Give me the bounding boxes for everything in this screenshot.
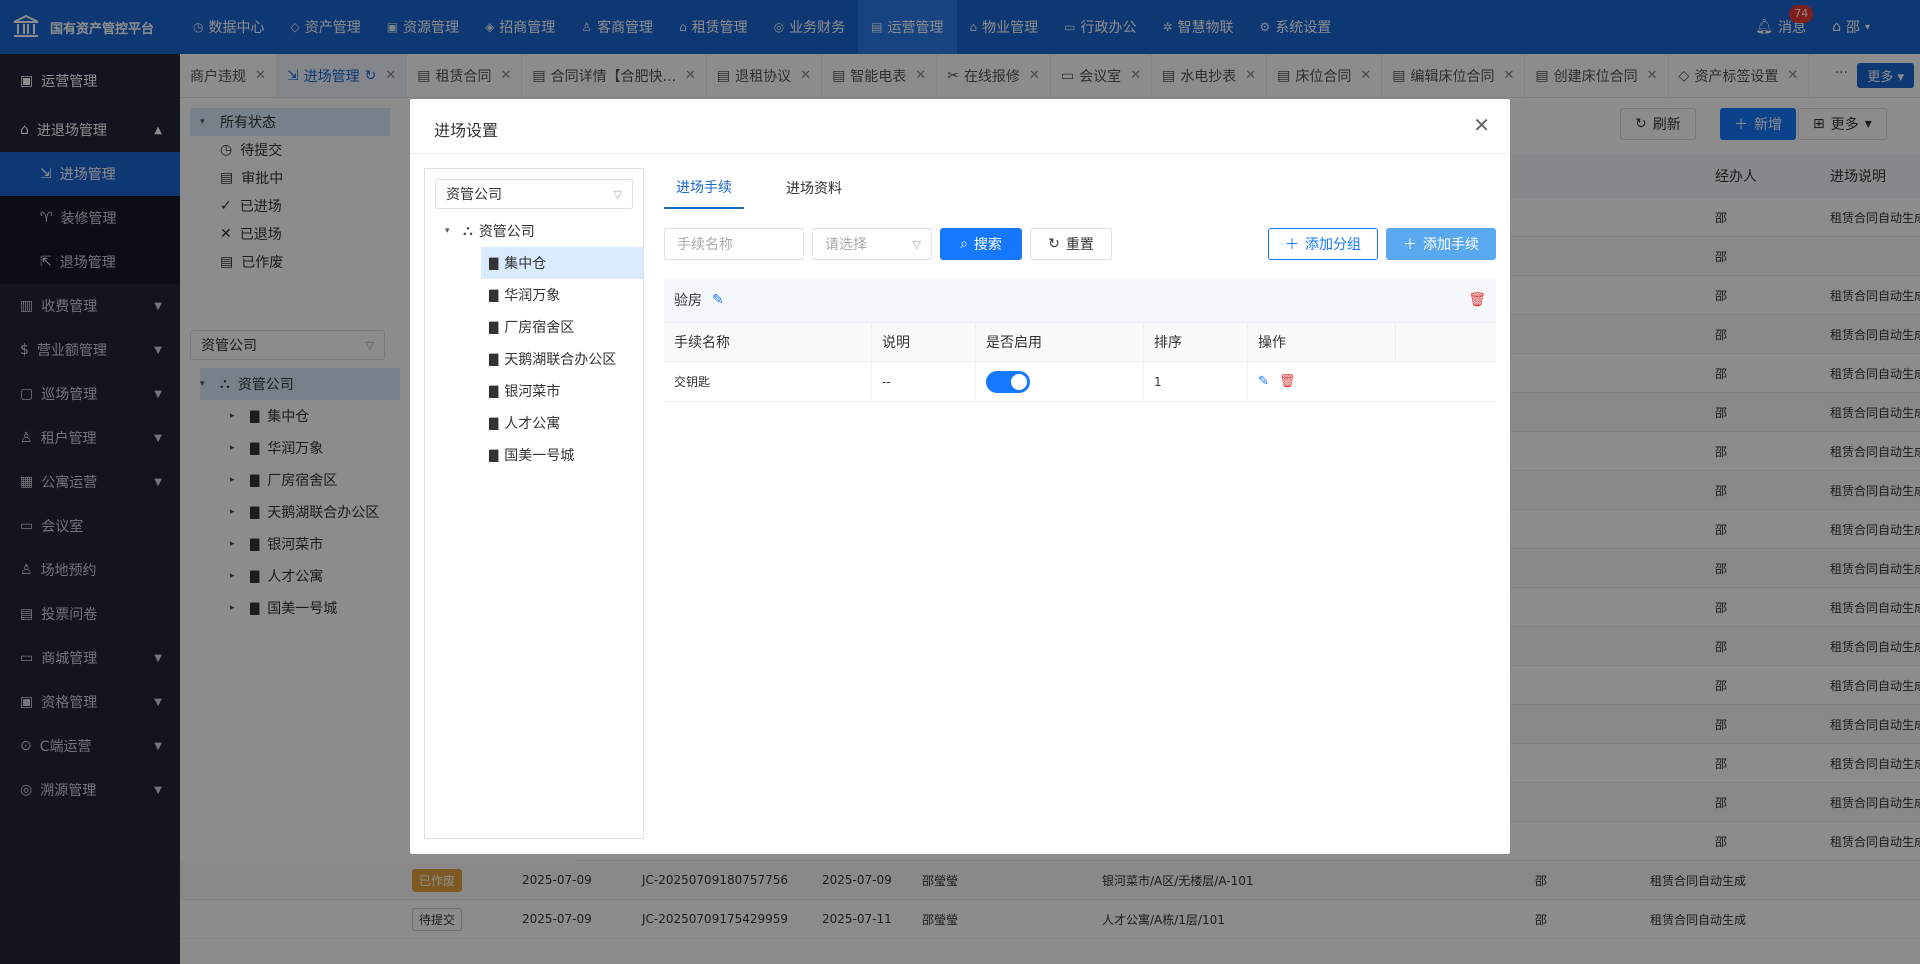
procedure-name: 交钥匙 <box>664 362 872 401</box>
modal-tree-node[interactable]: ▇ 集中仓 <box>481 247 643 279</box>
edit-icon[interactable]: ✎ <box>712 292 724 308</box>
modal-tree-node[interactable]: ▇ 银河菜市 <box>481 375 643 407</box>
modal-tab[interactable]: 进场手续 <box>664 167 744 209</box>
modal-tree-node[interactable]: ▇ 厂房宿舍区 <box>481 311 643 343</box>
plus-icon: ＋ <box>1285 237 1299 253</box>
enabled-toggle[interactable] <box>986 370 1030 393</box>
modal-tree-node[interactable]: ▇ 国美一号城 <box>481 439 643 471</box>
building-icon: ▇ <box>489 352 499 366</box>
plus-icon: ＋ <box>1403 237 1417 253</box>
close-icon[interactable]: ✕ <box>1473 113 1490 137</box>
modal-tree-panel: 资管公司 ▽ ▾ ⛬ 资管公司 ▇ 集中仓 ▇ 华润万象 ▇ 厂房宿舍区 ▇ 天鹅湖联合办公区 ▇… <box>424 168 644 839</box>
divider <box>410 153 1510 154</box>
modal-tree-label: 国美一号城 <box>504 448 575 464</box>
modal-tabs: 进场手续 进场资料 <box>664 167 854 209</box>
column-header: 手续名称 <box>664 323 872 361</box>
modal-tree-label: 厂房宿舍区 <box>504 320 575 336</box>
building-icon: ▇ <box>489 288 499 302</box>
trash-icon[interactable]: 🗑︎ <box>1279 374 1296 389</box>
add-procedure-button[interactable]: ＋添加手续 <box>1386 228 1496 260</box>
modal-tree-label: 华润万象 <box>504 288 561 304</box>
org-icon: ⛬ <box>463 223 473 239</box>
procedure-table-header: 手续名称 说明 是否启用 排序 操作 <box>664 322 1496 362</box>
add-group-button[interactable]: ＋添加分组 <box>1268 228 1378 260</box>
procedure-order: 1 <box>1144 362 1248 401</box>
modal-tree-node[interactable]: ▇ 天鹅湖联合办公区 <box>481 343 643 375</box>
reset-button[interactable]: ↻ 重置 <box>1030 228 1112 260</box>
edit-icon[interactable]: ✎ <box>1258 374 1269 389</box>
status-select[interactable]: 请选择 ▽ <box>812 228 932 260</box>
building-icon: ▇ <box>489 416 499 430</box>
group-bar: 验房 ✎ 🗑︎ <box>664 278 1496 322</box>
column-header: 是否启用 <box>976 323 1144 361</box>
chevron-down-icon: ▽ <box>613 187 622 201</box>
building-icon: ▇ <box>489 256 499 270</box>
column-header: 操作 <box>1248 323 1396 361</box>
building-icon: ▇ <box>489 320 499 334</box>
modal-tree-label: 人才公寓 <box>504 416 561 432</box>
search-icon: ⌕ <box>960 236 968 252</box>
modal-tree-node[interactable]: ▇ 人才公寓 <box>481 407 643 439</box>
modal-tree-node[interactable]: ▇ 华润万象 <box>481 279 643 311</box>
procedure-name-input[interactable]: 手续名称 <box>664 228 804 260</box>
building-icon: ▇ <box>489 384 499 398</box>
modal-tree-label: 银河菜市 <box>504 384 561 400</box>
trash-icon[interactable]: 🗑︎ <box>1468 292 1486 308</box>
group-name: 验房 <box>674 293 702 309</box>
search-button[interactable]: ⌕ 搜索 <box>940 228 1022 260</box>
column-header: 说明 <box>872 323 976 361</box>
refresh-icon: ↻ <box>1048 236 1060 252</box>
modal-tab[interactable]: 进场资料 <box>774 167 854 209</box>
modal-tree-root[interactable]: ▾ ⛬ 资管公司 <box>433 215 643 247</box>
building-icon: ▇ <box>489 448 499 462</box>
caret-down-icon: ▾ <box>445 226 450 236</box>
modal-title: 进场设置 <box>434 121 499 140</box>
modal-company-tree: ▾ ⛬ 资管公司 ▇ 集中仓 ▇ 华润万象 ▇ 厂房宿舍区 ▇ 天鹅湖联合办公区 ▇ 银河菜市 ▇ 人… <box>433 215 643 471</box>
procedure-desc: -- <box>872 362 976 401</box>
column-header: 排序 <box>1144 323 1248 361</box>
modal-tree-label: 天鹅湖联合办公区 <box>504 352 617 368</box>
chevron-down-icon: ▽ <box>912 237 921 251</box>
procedure-row: 交钥匙 -- 1 ✎ 🗑︎ <box>664 362 1496 402</box>
entry-settings-modal: 进场设置 ✕ 资管公司 ▽ ▾ ⛬ 资管公司 ▇ 集中仓 ▇ 华润万象 ▇ 厂房宿舍区 ▇ 天鹅… <box>410 99 1510 854</box>
modal-company-select[interactable]: 资管公司 ▽ <box>435 179 633 209</box>
modal-tree-label: 集中仓 <box>504 256 547 272</box>
